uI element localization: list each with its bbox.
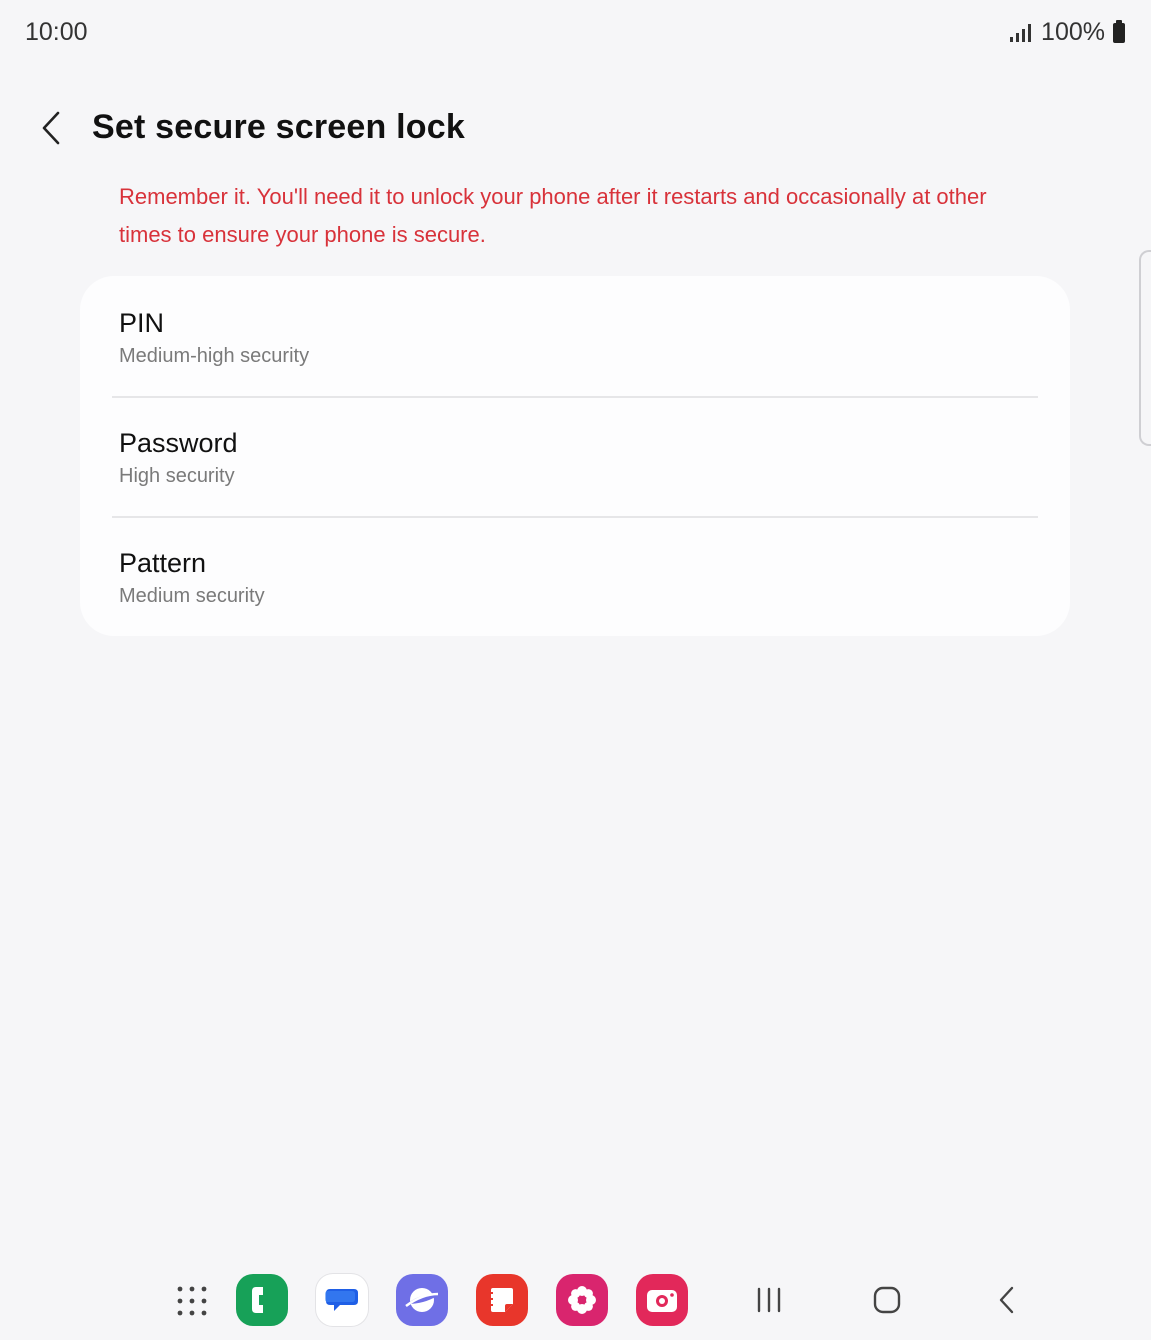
camera-app-button[interactable] (636, 1274, 688, 1326)
recents-icon (757, 1287, 781, 1313)
warning-message: Remember it. You'll need it to unlock yo… (119, 184, 987, 247)
battery-percent: 100% (1041, 18, 1105, 46)
page-title: Set secure screen lock (92, 108, 465, 146)
home-icon (873, 1286, 901, 1314)
notes-icon (490, 1288, 513, 1312)
option-subtitle: Medium-high security (119, 345, 310, 367)
battery-icon (1113, 19, 1125, 43)
apps-grid-icon (177, 1286, 207, 1316)
internet-icon (405, 1288, 439, 1312)
status-indicators: 100% (1010, 18, 1125, 47)
chevron-left-icon (42, 111, 60, 145)
gallery-app-button[interactable] (556, 1274, 608, 1326)
option-title: Password (119, 428, 238, 458)
option-title: Pattern (119, 548, 207, 578)
option-subtitle: Medium security (119, 585, 265, 607)
recents-button[interactable] (752, 1280, 786, 1320)
status-bar: 10:00 100% (0, 0, 1151, 66)
option-subtitle: High security (119, 465, 235, 487)
option-title: PIN (119, 308, 165, 338)
messages-app-button[interactable] (316, 1274, 368, 1326)
status-time: 10:00 (25, 18, 88, 46)
lock-options-card: PIN Medium-high security Password High s… (80, 276, 1070, 636)
messages-icon (325, 1289, 358, 1311)
gallery-icon (568, 1286, 596, 1314)
app-header: Set secure screen lock (0, 100, 1151, 160)
apps-grid-button[interactable] (176, 1285, 208, 1317)
back-nav-button[interactable] (992, 1280, 1022, 1320)
internet-app-button[interactable] (396, 1274, 448, 1326)
phone-app-button[interactable] (236, 1274, 288, 1326)
home-button[interactable] (868, 1280, 906, 1320)
option-pin[interactable]: PIN Medium-high security (80, 276, 1070, 396)
camera-icon (647, 1290, 677, 1312)
phone-icon (252, 1287, 263, 1313)
navigation-bar (0, 1260, 1151, 1340)
back-nav-icon (999, 1286, 1014, 1314)
option-password[interactable]: Password High security (80, 397, 1070, 517)
edge-panel-handle[interactable] (1139, 250, 1151, 446)
signal-icon (1010, 23, 1032, 42)
back-button[interactable] (30, 106, 74, 150)
option-pattern[interactable]: Pattern Medium security (80, 517, 1070, 637)
notes-app-button[interactable] (476, 1274, 528, 1326)
